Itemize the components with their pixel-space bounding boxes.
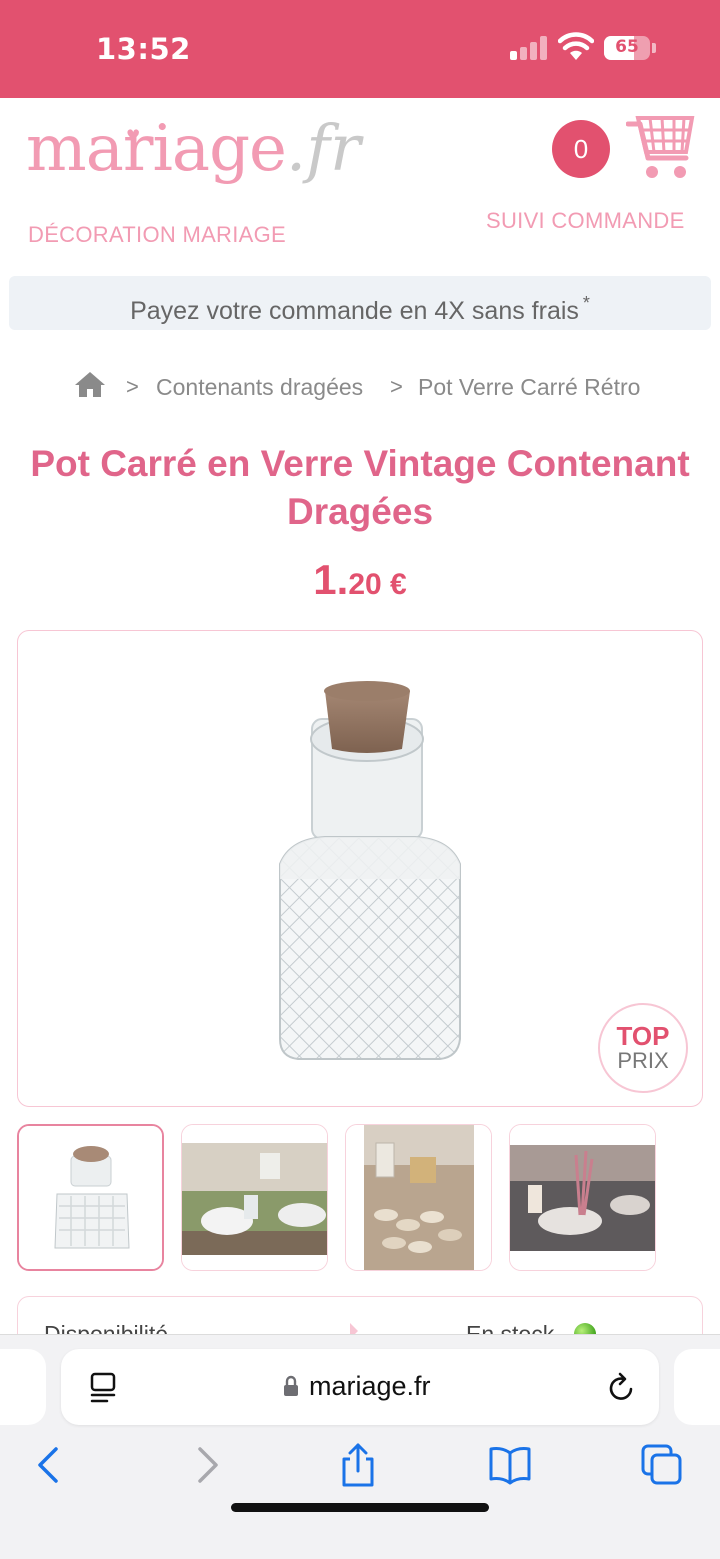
heart-icon: ♥ <box>126 126 141 145</box>
status-bar: 13:52 65 <box>0 0 720 98</box>
logo-main-text: mariage <box>26 112 287 186</box>
address-bar[interactable]: mariage.fr <box>61 1349 659 1425</box>
promo-footnote-mark: * <box>582 293 590 313</box>
breadcrumb-item-current: Pot Verre Carré Rétro <box>418 374 641 400</box>
home-indicator <box>231 1503 489 1512</box>
cart-count-badge[interactable]: 0 <box>552 120 610 178</box>
thumbnail-3[interactable] <box>345 1124 492 1271</box>
price-integer: 1. <box>313 556 349 603</box>
browser-toolbar: mariage.fr <box>0 1334 720 1559</box>
thumbnail-1[interactable] <box>17 1124 164 1271</box>
thumbnail-table-setting-image <box>510 1125 655 1270</box>
forward-icon[interactable] <box>184 1443 228 1487</box>
top-price-badge: TOP PRIX <box>598 1003 688 1093</box>
glass-jar-image <box>279 681 461 1060</box>
logo-tld-text: .fr <box>285 112 361 186</box>
site-tagline: DÉCORATION MARIAGE <box>28 222 287 247</box>
thumbnail-jar-image <box>19 1126 162 1269</box>
order-tracking-link[interactable]: SUIVI COMMANDE <box>486 208 685 234</box>
tabs-icon[interactable] <box>640 1443 684 1487</box>
battery-nub <box>652 43 656 53</box>
shopping-cart-icon[interactable] <box>626 116 696 182</box>
product-main-image[interactable]: TOP PRIX <box>17 630 703 1107</box>
breadcrumb-separator: > <box>390 374 403 399</box>
home-icon[interactable] <box>74 370 106 398</box>
thumbnail-table-scene-image <box>182 1125 327 1270</box>
product-title: Pot Carré en Verre Vintage Contenant Dra… <box>30 443 690 532</box>
status-time: 13:52 <box>96 32 191 66</box>
thumbnail-2[interactable] <box>181 1124 328 1271</box>
cellular-signal-icon <box>510 36 548 60</box>
thumbnail-strip <box>17 1124 703 1272</box>
wifi-icon <box>558 32 594 60</box>
bookmarks-icon[interactable] <box>488 1443 532 1487</box>
badge-line-1: TOP <box>616 1021 670 1051</box>
next-tab-preview[interactable] <box>674 1349 720 1425</box>
back-icon[interactable] <box>28 1443 72 1487</box>
share-icon[interactable] <box>336 1443 380 1487</box>
thumbnail-4[interactable] <box>509 1124 656 1271</box>
battery-percent: 65 <box>615 37 639 57</box>
battery-icon: 65 <box>604 36 650 60</box>
product-price: 1.20 € <box>0 556 720 604</box>
breadcrumb: > Contenants dragées > Pot Verre Carré R… <box>0 366 720 410</box>
site-logo[interactable]: mariage.fr ♥ <box>26 112 361 212</box>
promo-banner[interactable]: Payez votre commande en 4X sans frais * <box>9 276 711 330</box>
breadcrumb-separator: > <box>126 374 139 399</box>
thumbnail-pebbles-image <box>346 1125 491 1270</box>
previous-tab-preview[interactable] <box>0 1349 46 1425</box>
reload-icon[interactable] <box>607 1371 637 1403</box>
breadcrumb-item-category[interactable]: Contenants dragées <box>156 374 363 401</box>
reader-mode-icon[interactable] <box>89 1371 117 1403</box>
price-decimal: 20 € <box>348 568 407 601</box>
lock-icon <box>284 1375 298 1396</box>
badge-line-2: PRIX <box>617 1048 669 1073</box>
url-text: mariage.fr <box>309 1371 431 1401</box>
promo-text: Payez votre commande en 4X sans frais <box>130 297 579 325</box>
